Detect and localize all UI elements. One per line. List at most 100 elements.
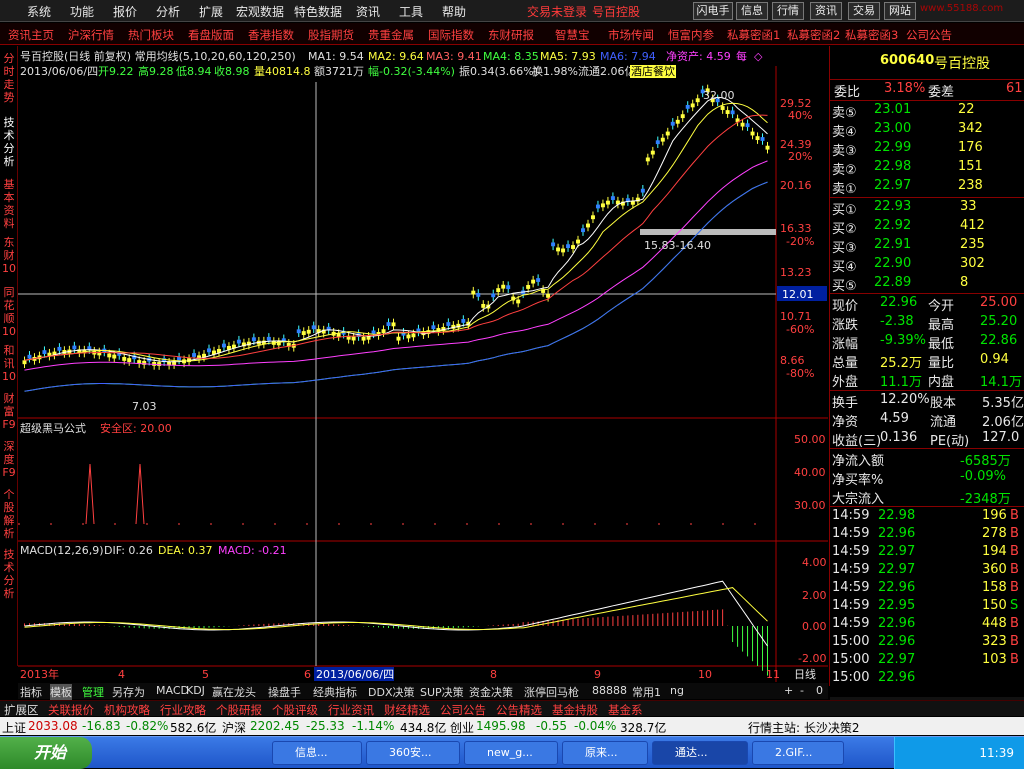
sell-price: 23.00 bbox=[874, 121, 912, 136]
ext-area[interactable]: 扩展区 bbox=[4, 702, 39, 718]
start-button[interactable]: 开始 bbox=[0, 737, 92, 769]
tab-classic[interactable]: 经典指标 bbox=[313, 684, 357, 700]
tab-trader[interactable]: 操盘手 bbox=[268, 684, 301, 700]
zoom-out-button[interactable]: - bbox=[800, 684, 804, 697]
menu-tools[interactable]: 工具 bbox=[399, 3, 423, 20]
tab-88888[interactable]: 88888 bbox=[592, 684, 627, 697]
ext-finance[interactable]: 财经精选 bbox=[384, 702, 430, 718]
nav-private-3[interactable]: 私募密函3 bbox=[845, 27, 898, 43]
task-gif[interactable]: 2.GIF... bbox=[752, 741, 844, 765]
tab-ths[interactable]: 同花顺10 bbox=[2, 286, 16, 338]
candle-body bbox=[306, 329, 311, 334]
ext-inst[interactable]: 机构攻略 bbox=[104, 702, 150, 718]
nav-private-1[interactable]: 私募密函1 bbox=[727, 27, 780, 43]
ext-announce[interactable]: 公司公告 bbox=[440, 702, 486, 718]
nav-announcements[interactable]: 公司公告 bbox=[906, 27, 952, 43]
tab-wealth-f9[interactable]: 财富F9 bbox=[2, 392, 16, 432]
tab-win-leader[interactable]: 赢在龙头 bbox=[212, 684, 256, 700]
nav-private-2[interactable]: 私募密函2 bbox=[787, 27, 840, 43]
info-button[interactable]: 信息 bbox=[736, 2, 768, 20]
task-tdx[interactable]: 通达... bbox=[652, 741, 748, 765]
tab-hexun[interactable]: 和讯10 bbox=[2, 344, 16, 384]
ext-industry-news[interactable]: 行业资讯 bbox=[328, 702, 374, 718]
fund-flows: 净流入额 -6585万 净买率% -0.09% 大宗流入 -2348万 bbox=[830, 448, 1024, 507]
ext-rating[interactable]: 个股评级 bbox=[272, 702, 318, 718]
trade-button[interactable]: 交易 bbox=[848, 2, 880, 20]
website-button[interactable]: 网站 bbox=[884, 2, 916, 20]
tab-limitup[interactable]: 涨停回马枪 bbox=[524, 684, 579, 700]
nav-hot-sectors[interactable]: 热门板块 bbox=[128, 27, 174, 43]
price-axis: 29.52 24.39 20.16 16.33 13.23 10.71 8.66… bbox=[780, 97, 814, 380]
buy-volume: 302 bbox=[960, 256, 985, 271]
tab-fundamentals[interactable]: 基本资料 bbox=[2, 178, 16, 230]
chart-area[interactable]: 号百控股(日线 前复权) 常用均线(5,10,20,60,120,250) MA… bbox=[18, 46, 828, 686]
nav-intl-index[interactable]: 国际指数 bbox=[428, 27, 474, 43]
zoom-in-button[interactable]: + bbox=[784, 684, 793, 697]
nav-sh-sz-quotes[interactable]: 沪深行情 bbox=[68, 27, 114, 43]
server-status[interactable]: 行情主站: 长沙决策2 bbox=[748, 719, 860, 736]
tab-saveas[interactable]: 另存为 bbox=[112, 684, 145, 700]
tab-macd[interactable]: MACD bbox=[156, 684, 189, 697]
stat-row: 外盘 11.1万 内盘 14.1万 bbox=[830, 370, 1024, 390]
tab-indicator[interactable]: 指标 bbox=[20, 684, 42, 700]
nav-index-futures[interactable]: 股指期货 bbox=[308, 27, 354, 43]
period-label[interactable]: 日线 bbox=[794, 667, 816, 681]
buy-label: 买④ bbox=[832, 260, 857, 275]
tab-intraday[interactable]: 分时走势 bbox=[2, 52, 16, 104]
market-button[interactable]: 行情 bbox=[772, 2, 804, 20]
nav-smart[interactable]: 智慧宝 bbox=[555, 27, 590, 43]
xaxis-cursor-date: 2013/06/06/四 bbox=[316, 668, 394, 681]
nav-hk-index[interactable]: 香港指数 bbox=[248, 27, 294, 43]
ext-related[interactable]: 关联报价 bbox=[48, 702, 94, 718]
flow-value: -2348万 bbox=[960, 492, 1011, 507]
sell-price: 22.98 bbox=[874, 159, 912, 174]
task-360[interactable]: 360安... bbox=[366, 741, 460, 765]
task-new-g[interactable]: new_g... bbox=[464, 741, 558, 765]
menu-quote[interactable]: 报价 bbox=[113, 3, 137, 20]
tab-common1[interactable]: 常用1 bbox=[632, 684, 661, 700]
ext-fund-sys[interactable]: 基金系 bbox=[608, 702, 643, 718]
tab-ddx[interactable]: DDX决策 bbox=[368, 684, 414, 700]
tab-kdj[interactable]: KDJ bbox=[186, 684, 205, 697]
taskbar: 开始 信息... 360安... new_g... 原来... 通达... 2.… bbox=[0, 736, 1024, 769]
menu-news[interactable]: 资讯 bbox=[356, 3, 380, 20]
news-button[interactable]: 资讯 bbox=[810, 2, 842, 20]
tab-template[interactable]: 模板 bbox=[50, 684, 72, 700]
menu-analysis[interactable]: 分析 bbox=[156, 3, 180, 20]
tick-time: 14:59 bbox=[832, 508, 870, 523]
tab-eastmoney[interactable]: 东财10 bbox=[2, 236, 16, 276]
ext-research[interactable]: 个股研报 bbox=[216, 702, 262, 718]
menu-system[interactable]: 系统 bbox=[27, 3, 51, 20]
menu-function[interactable]: 功能 bbox=[70, 3, 94, 20]
tab-depth-f9[interactable]: 深度F9 bbox=[2, 440, 16, 480]
candle-body bbox=[57, 346, 62, 351]
menu-macro-data[interactable]: 宏观数据 bbox=[236, 3, 284, 20]
buy-level: 买② 22.92 412 bbox=[830, 217, 1024, 237]
menu-extend[interactable]: 扩展 bbox=[199, 3, 223, 20]
flash-trade-button[interactable]: 闪电手 bbox=[693, 2, 733, 20]
tab-manage[interactable]: 管理 bbox=[82, 684, 104, 700]
weibi-label: 委比 bbox=[834, 85, 861, 100]
ext-announce-best[interactable]: 公告精选 bbox=[496, 702, 542, 718]
menu-special-data[interactable]: 特色数据 bbox=[294, 3, 342, 20]
ext-industry[interactable]: 行业攻略 bbox=[160, 702, 206, 718]
nav-precious-metals[interactable]: 贵重金属 bbox=[368, 27, 414, 43]
tab-ng[interactable]: ng bbox=[670, 684, 684, 697]
tab-sup[interactable]: SUP决策 bbox=[420, 684, 464, 700]
tab-technical-2[interactable]: 技术分析 bbox=[2, 548, 16, 600]
nav-watch-layout[interactable]: 看盘版面 bbox=[188, 27, 234, 43]
menu-help[interactable]: 帮助 bbox=[442, 3, 466, 20]
nav-insider[interactable]: 恒富内参 bbox=[668, 27, 714, 43]
kline-chart-svg[interactable]: 号百控股(日线 前复权) 常用均线(5,10,20,60,120,250) MA… bbox=[18, 46, 828, 686]
task-info[interactable]: 信息... bbox=[272, 741, 362, 765]
nav-news-home[interactable]: 资讯主页 bbox=[8, 27, 54, 43]
ext-fund-hold[interactable]: 基金持股 bbox=[552, 702, 598, 718]
tab-technical[interactable]: 技术分析 bbox=[2, 116, 16, 168]
task-original[interactable]: 原来... bbox=[562, 741, 648, 765]
nav-rumors[interactable]: 市场传闻 bbox=[608, 27, 654, 43]
tab-fund[interactable]: 资金决策 bbox=[469, 684, 513, 700]
zoom-reset-button[interactable]: 0 bbox=[816, 684, 823, 697]
tab-stock-analysis[interactable]: 个股解析 bbox=[2, 488, 16, 540]
nav-research[interactable]: 东财研报 bbox=[488, 27, 534, 43]
trade-status[interactable]: 交易未登录 bbox=[527, 3, 587, 20]
